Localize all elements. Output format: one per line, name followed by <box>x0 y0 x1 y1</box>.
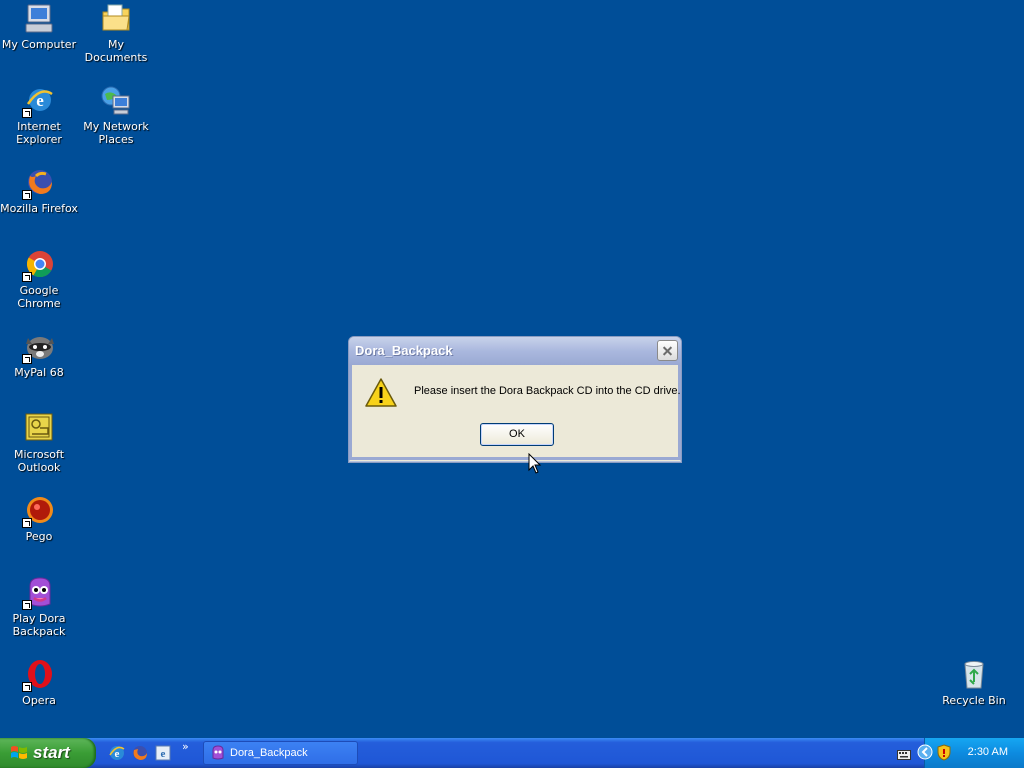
desktop-icon-dora[interactable]: Play Dora Backpack <box>0 576 78 638</box>
start-button[interactable]: start <box>0 738 96 768</box>
clock[interactable]: 2:30 AM <box>968 746 1008 758</box>
warning-icon <box>364 377 398 413</box>
shortcut-arrow-icon <box>22 518 32 528</box>
network-places-icon <box>99 84 133 118</box>
chrome-icon <box>22 248 56 282</box>
internet-explorer-icon: e <box>22 84 56 118</box>
desktop-icon-network-places[interactable]: My Network Places <box>77 84 155 146</box>
desktop-icon-recycle-bin[interactable]: Recycle Bin <box>935 658 1013 707</box>
shortcut-arrow-icon <box>22 272 32 282</box>
close-button[interactable] <box>657 340 678 361</box>
desktop-icon-label: Microsoft Outlook <box>13 448 65 474</box>
svg-text:e: e <box>161 748 166 760</box>
desktop-icon-internet-explorer[interactable]: e Internet Explorer <box>0 84 78 146</box>
ok-button[interactable]: OK <box>480 423 554 446</box>
recycle-bin-icon <box>957 658 991 692</box>
quicklaunch-ie-alt-icon[interactable]: e <box>154 744 172 762</box>
quicklaunch-ie-icon[interactable]: e <box>108 744 126 762</box>
desktop-icon-label: MyPal 68 <box>14 366 64 379</box>
shortcut-arrow-icon <box>22 682 32 692</box>
mypal-icon <box>22 330 56 364</box>
desktop-icon-label: Recycle Bin <box>942 694 1006 707</box>
taskbar: start e e » Dora_Backpack 2:30 AM <box>0 738 1024 768</box>
desktop-icon-chrome[interactable]: Google Chrome <box>0 248 78 310</box>
shortcut-arrow-icon <box>22 190 32 200</box>
quicklaunch-more-chevron-icon[interactable]: » <box>182 740 189 753</box>
shortcut-arrow-icon <box>22 354 32 364</box>
dora-icon <box>210 745 226 761</box>
keyboard-icon[interactable] <box>897 746 911 765</box>
desktop-icon-label: Opera <box>22 694 56 707</box>
taskbar-button-dora-backpack[interactable]: Dora_Backpack <box>203 741 358 765</box>
shortcut-arrow-icon <box>22 108 32 118</box>
desktop-icon-label: Pego <box>25 530 53 543</box>
windows-flag-icon <box>10 745 28 761</box>
dialog-titlebar[interactable]: Dora_Backpack <box>349 337 681 365</box>
mouse-cursor-icon <box>528 452 542 479</box>
system-tray: 2:30 AM <box>897 738 1024 768</box>
desktop-icon-label: Google Chrome <box>17 284 61 310</box>
desktop-icon-label: Internet Explorer <box>16 120 62 146</box>
my-computer-icon <box>22 2 56 36</box>
desktop-icon-my-documents[interactable]: My Documents <box>77 2 155 64</box>
desktop-icon-my-computer[interactable]: My Computer <box>0 2 78 51</box>
desktop-icon-label: Play Dora Backpack <box>12 612 66 638</box>
my-documents-icon <box>99 2 133 36</box>
dora-icon <box>22 576 56 610</box>
desktop-icon-label: Mozilla Firefox <box>0 202 78 215</box>
desktop-icon-firefox[interactable]: Mozilla Firefox <box>0 166 78 215</box>
desktop-icon-label: My Documents <box>84 38 148 64</box>
desktop-icon-label: My Computer <box>1 38 77 51</box>
dialog-title: Dora_Backpack <box>355 343 453 358</box>
show-hidden-icons-chevron-icon[interactable] <box>917 744 933 764</box>
desktop-icon-pego[interactable]: Pego <box>0 494 78 543</box>
desktop-icon-mypal[interactable]: MyPal 68 <box>0 330 78 379</box>
quicklaunch-firefox-icon[interactable] <box>131 744 149 762</box>
dialog-message: Please insert the Dora Backpack CD into … <box>414 385 681 397</box>
desktop-icon-opera[interactable]: Opera <box>0 658 78 707</box>
outlook-icon <box>22 412 56 446</box>
desktop-icon-outlook[interactable]: Microsoft Outlook <box>0 412 78 474</box>
opera-icon <box>22 658 56 692</box>
desktop: My Computer My Documents e Internet Expl… <box>0 0 1024 738</box>
security-shield-icon[interactable] <box>937 744 951 765</box>
shortcut-arrow-icon <box>22 600 32 610</box>
message-dialog: Dora_Backpack Please insert the Dora Bac… <box>348 336 682 463</box>
dialog-body: Please insert the Dora Backpack CD into … <box>349 365 681 460</box>
pego-icon <box>22 494 56 528</box>
taskbar-button-label: Dora_Backpack <box>230 747 308 759</box>
desktop-icon-label: My Network Places <box>83 120 149 146</box>
start-label: start <box>33 743 70 762</box>
firefox-icon <box>22 166 56 200</box>
